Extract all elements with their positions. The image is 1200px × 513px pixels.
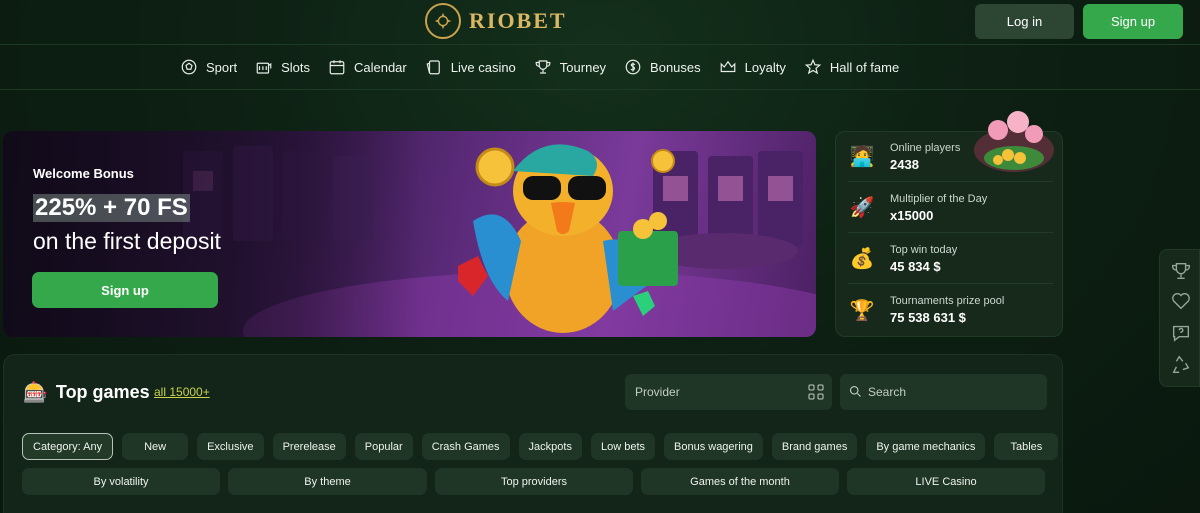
chip-category-any[interactable]: Category: Any [22,433,114,460]
nav-item-loyalty[interactable]: Loyalty [719,58,786,76]
search-input[interactable]: Search [840,374,1047,410]
coin-icon [625,59,641,75]
nav-item-slots[interactable]: Slots [255,58,310,76]
nav-label: Live casino [450,59,516,75]
stat-label: Online players [890,141,961,154]
nav-label: Loyalty [744,59,786,75]
chip-new[interactable]: New [122,433,189,460]
hero-signup-button[interactable]: Sign up [32,272,218,308]
grid-icon [808,384,824,400]
filter-by-volatility[interactable]: By volatility [22,468,220,495]
chip-bonus-wagering[interactable]: Bonus wagering [664,433,763,460]
chip-jackpots[interactable]: Jackpots [518,433,582,460]
stat-value: x15000 [890,207,934,223]
category-chips: Category: Any New Exclusive Prerelease P… [22,433,1059,460]
section-title: 🎰 Top games [23,380,150,405]
chip-by-game-mechanics[interactable]: By game mechanics [866,433,986,460]
filter-by-theme[interactable]: By theme [228,468,427,495]
player-icon: 🧑‍💻 [849,146,875,168]
bonus-gift-illustration[interactable] [968,100,1060,176]
main-nav: Sport Slots Calendar Live casino Tourney… [0,46,1200,90]
search-icon [849,385,861,397]
site-header: RIOBET Log in Sign up [0,0,1200,45]
stat-value: 45 834 $ [890,258,941,274]
nav-label: Tourney [559,59,607,75]
filter-games-of-the-month[interactable]: Games of the month [641,468,839,495]
nav-item-hall-of-fame[interactable]: Hall of fame [804,58,899,76]
nav-item-tourney[interactable]: Tourney [534,58,606,76]
logo[interactable]: RIOBET [425,3,567,39]
stat-label: Top win today [890,243,958,256]
filter-top-providers[interactable]: Top providers [435,468,633,495]
nav-item-bonuses[interactable]: Bonuses [624,58,701,76]
chip-low-bets[interactable]: Low bets [590,433,655,460]
rocket-icon: 🚀 [849,197,875,219]
recycle-icon[interactable] [1170,354,1192,376]
chip-brand-games[interactable]: Brand games [771,433,858,460]
top-games-panel: 🎰 Top games all 15000+ Provider Search C… [3,354,1063,513]
stat-multiplier: 🚀 Multiplier of the Day x15000 [848,183,1053,233]
crown-icon [720,60,735,73]
star-icon [804,58,822,75]
support-chat-icon[interactable] [1170,322,1192,344]
hero-subtitle: Welcome Bonus [33,166,134,181]
nav-label: Bonuses [650,59,701,75]
nav-label: Sport [206,59,238,75]
filter-chips: By volatility By theme Top providers Gam… [22,468,1045,495]
logo-text: RIOBET [469,8,567,33]
nav-label: Hall of fame [829,59,900,75]
nav-item-sport[interactable]: Sport [180,58,237,76]
trophy-icon: 🏆 [849,299,875,322]
cards-icon [426,60,440,75]
trophy-icon [535,60,551,74]
chip-crash-games[interactable]: Crash Games [421,433,510,460]
provider-placeholder: Provider [635,385,680,399]
all-games-link[interactable]: all 15000+ [154,385,210,399]
trophy-icon[interactable] [1170,260,1192,282]
stat-prize-pool: 🏆 Tournaments prize pool 75 538 631 $ [848,285,1053,335]
filter-live-casino[interactable]: LIVE Casino [847,468,1045,495]
stat-label: Multiplier of the Day [890,192,988,205]
signup-button[interactable]: Sign up [1083,4,1183,39]
slots-icon [256,62,272,74]
provider-select[interactable]: Provider [625,374,832,410]
side-rail [1159,249,1200,387]
search-placeholder: Search [868,385,907,399]
stat-top-win: 💰 Top win today 45 834 $ [848,234,1053,284]
slot-machine-icon: 🎰 [23,382,48,404]
nav-item-calendar[interactable]: Calendar [328,58,407,76]
stat-label: Tournaments prize pool [890,295,1005,307]
chip-tables[interactable]: Tables [994,433,1059,460]
login-button[interactable]: Log in [975,4,1074,39]
ball-icon [181,59,197,75]
calendar-icon [329,60,345,75]
hero-tagline: on the first deposit [33,228,221,254]
nav-label: Slots [281,59,310,75]
nav-label: Calendar [353,59,407,75]
chip-exclusive[interactable]: Exclusive [197,433,264,460]
top-games-title: Top games [55,382,150,402]
hero-headline: 225% + 70 FS [33,194,190,222]
stat-value: 75 538 631 $ [890,310,966,325]
hero-banner[interactable]: Welcome Bonus 225% + 70 FS on the first … [3,131,816,337]
logo-emblem-icon [425,3,461,39]
chip-popular[interactable]: Popular [354,433,413,460]
money-bag-icon: 💰 [849,248,875,270]
stat-value: 2438 [890,156,919,172]
heart-icon[interactable] [1170,290,1192,312]
chip-prerelease[interactable]: Prerelease [272,433,346,460]
nav-item-live-casino[interactable]: Live casino [425,58,516,76]
